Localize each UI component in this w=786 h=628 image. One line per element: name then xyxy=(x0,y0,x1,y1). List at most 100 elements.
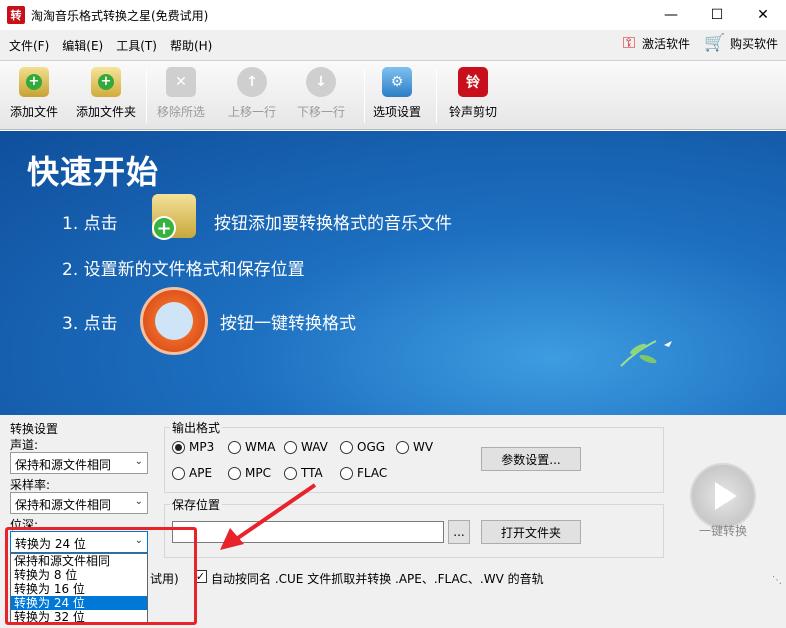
activate-label: 激活软件 xyxy=(641,36,690,51)
radio-circle xyxy=(396,440,409,454)
chevron-down-icon: ⌄ xyxy=(134,496,143,507)
menu-file[interactable]: 文件(F) xyxy=(9,37,49,54)
add-file-icon: + xyxy=(19,67,49,97)
radio-label: APE xyxy=(189,466,213,480)
menu-edit[interactable]: 编辑(E) xyxy=(62,37,103,54)
menu-bar: 文件(F) 编辑(E) 工具(T) 帮助(H) ⚿ 激活软件 🛒 购买软件 xyxy=(0,30,786,60)
ringtone-icon: 铃 xyxy=(458,67,488,97)
quick-start-banner: 快速开始 1. 点击 + 按钮添加要转换格式的音乐文件 2. 设置新的文件格式和… xyxy=(0,131,786,415)
save-location-title: 保存位置 xyxy=(170,496,223,513)
app-icon: 转 xyxy=(7,6,25,24)
output-format-title: 输出格式 xyxy=(170,419,223,436)
toolbar: + 添加文件 + 添加文件夹 ✕ 移除所选 ↑ 上移一行 ↓ 下移一行 ⚙ 选项… xyxy=(0,60,786,130)
menu-help[interactable]: 帮助(H) xyxy=(170,37,212,54)
radio-wma[interactable]: WMA xyxy=(228,440,275,454)
play-icon xyxy=(715,482,737,510)
convert-step-icon xyxy=(140,287,208,355)
step3-prefix: 3. 点击 xyxy=(62,314,118,334)
move-up-label: 上移一行 xyxy=(228,105,277,119)
maximize-button[interactable]: ☐ xyxy=(694,0,740,30)
add-file-label: 添加文件 xyxy=(10,105,59,119)
add-folder-label: 添加文件夹 xyxy=(76,105,137,119)
arrow-down-icon: ↓ xyxy=(306,67,336,97)
samplerate-value: 保持和源文件相同 xyxy=(15,498,112,512)
arrow-up-icon: ↑ xyxy=(237,67,267,97)
samplerate-select[interactable]: 保持和源文件相同 ⌄ xyxy=(10,492,148,514)
radio-circle xyxy=(340,440,353,454)
remove-selected-label: 移除所选 xyxy=(157,105,206,119)
samplerate-label: 采样率: xyxy=(10,478,51,492)
radio-circle xyxy=(284,440,297,454)
browse-button[interactable]: ... xyxy=(448,520,470,544)
radio-mp3[interactable]: MP3 xyxy=(172,440,214,454)
radio-circle xyxy=(172,466,185,480)
radio-circle xyxy=(284,466,297,480)
add-folder-button[interactable]: + 添加文件夹 xyxy=(76,67,136,125)
window-title: 淘淘音乐格式转换之星(免费试用) xyxy=(31,8,209,23)
options-button[interactable]: ⚙ 选项设置 xyxy=(373,67,421,125)
cart-icon: 🛒 xyxy=(704,33,726,53)
add-file-button[interactable]: + 添加文件 xyxy=(10,67,58,125)
remove-icon: ✕ xyxy=(166,67,196,97)
resize-grip-icon[interactable]: ⋱ xyxy=(772,575,782,586)
channel-select[interactable]: 保持和源文件相同 ⌄ xyxy=(10,452,148,474)
menu-tools[interactable]: 工具(T) xyxy=(116,37,157,54)
bamboo-decoration-icon xyxy=(620,340,672,367)
add-folder-icon: + xyxy=(91,67,121,97)
close-button[interactable]: ✕ xyxy=(740,0,786,30)
menu-right-actions: ⚿ 激活软件 🛒 购买软件 xyxy=(620,33,778,53)
title-bar: 转 淘淘音乐格式转换之星(免费试用) — ☐ ✕ xyxy=(0,0,786,30)
radio-label: WAV xyxy=(301,440,328,454)
radio-flac[interactable]: FLAC xyxy=(340,466,387,480)
step3-text: 按钮一键转换格式 xyxy=(220,314,356,334)
one-click-convert-button[interactable] xyxy=(690,463,756,529)
radio-label: MP3 xyxy=(189,440,215,454)
options-label: 选项设置 xyxy=(373,105,422,119)
add-file-step-icon: + xyxy=(152,194,196,240)
radio-ape[interactable]: APE xyxy=(172,466,212,480)
buy-label: 购买软件 xyxy=(729,36,778,51)
remove-selected-button[interactable]: ✕ 移除所选 xyxy=(157,67,205,125)
convert-settings-title: 转换设置 xyxy=(10,422,59,436)
annotation-highlight-box xyxy=(5,527,197,625)
annotation-arrow-icon xyxy=(220,483,317,550)
radio-label: WMA xyxy=(245,440,276,454)
radio-tta[interactable]: TTA xyxy=(284,466,323,480)
one-click-convert-label: 一键转换 xyxy=(699,524,748,538)
move-up-button[interactable]: ↑ 上移一行 xyxy=(228,67,276,125)
window-controls: — ☐ ✕ xyxy=(648,0,786,30)
radio-circle xyxy=(228,466,241,480)
radio-label: MPC xyxy=(245,466,271,480)
step1-prefix: 1. 点击 xyxy=(62,214,118,234)
options-icon: ⚙ xyxy=(382,67,412,97)
params-settings-button[interactable]: 参数设置... xyxy=(481,447,581,471)
radio-circle xyxy=(172,440,185,454)
step2-text: 2. 设置新的文件格式和保存位置 xyxy=(62,260,305,280)
radio-label: WV xyxy=(413,440,434,454)
radio-circle xyxy=(228,440,241,454)
toolbar-separator xyxy=(146,69,147,123)
channel-label: 声道: xyxy=(10,438,39,452)
radio-mpc[interactable]: MPC xyxy=(228,466,271,480)
minimize-button[interactable]: — xyxy=(648,0,694,30)
step1-text: 按钮添加要转换格式的音乐文件 xyxy=(214,214,452,234)
ringtone-cut-button[interactable]: 铃 铃声剪切 xyxy=(449,67,497,125)
channel-value: 保持和源文件相同 xyxy=(15,458,112,472)
buy-software-link[interactable]: 🛒 购买软件 xyxy=(704,33,778,53)
radio-wv[interactable]: WV xyxy=(396,440,433,454)
move-down-button[interactable]: ↓ 下移一行 xyxy=(297,67,345,125)
move-down-label: 下移一行 xyxy=(297,105,346,119)
radio-circle xyxy=(340,466,353,480)
ringtone-label: 铃声剪切 xyxy=(449,105,498,119)
radio-wav[interactable]: WAV xyxy=(284,440,328,454)
chevron-down-icon: ⌄ xyxy=(134,456,143,467)
banner-title: 快速开始 xyxy=(27,153,160,191)
activate-software-link[interactable]: ⚿ 激活软件 xyxy=(620,34,690,52)
toolbar-separator xyxy=(364,69,365,123)
radio-label: OGG xyxy=(357,440,386,454)
radio-label: TTA xyxy=(301,466,323,480)
radio-label: FLAC xyxy=(357,466,388,480)
toolbar-separator xyxy=(436,69,437,123)
open-folder-button[interactable]: 打开文件夹 xyxy=(481,520,581,544)
radio-ogg[interactable]: OGG xyxy=(340,440,385,454)
